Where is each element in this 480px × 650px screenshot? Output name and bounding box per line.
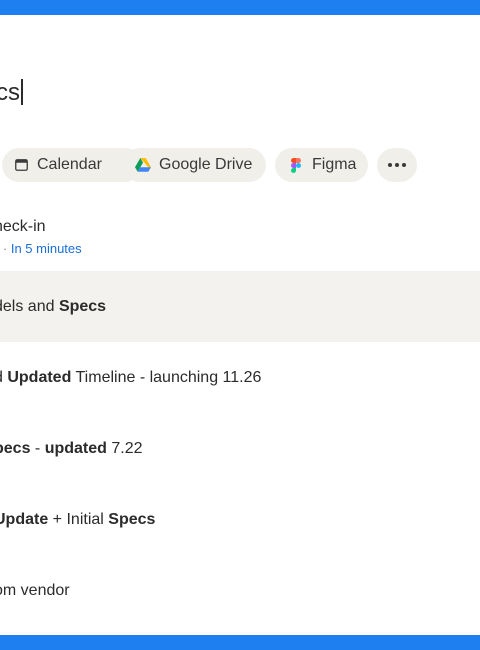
result-title: pecs - updated 7.22 <box>0 440 143 458</box>
google-drive-filter-chip[interactable]: Google Drive <box>123 148 266 182</box>
text-caret <box>21 79 23 105</box>
result-time: In 5 minutes <box>10 241 82 256</box>
calendar-chip-label: Calendar <box>37 156 102 173</box>
result-title-match: Update <box>0 511 49 528</box>
result-title: dels and Specs <box>0 298 106 316</box>
result-title-match: updated <box>44 440 107 457</box>
figma-filter-chip[interactable]: Figma <box>275 148 368 182</box>
result-title: d Updated Timeline - launching 11.26 <box>0 369 261 387</box>
google-drive-chip-label: Google Drive <box>159 156 253 173</box>
meta-separator: · <box>2 241 8 256</box>
result-title-part: dels and <box>0 298 59 315</box>
result-title-part: 7.22 <box>106 440 143 457</box>
search-query: cs <box>0 79 20 106</box>
result-item[interactable]: pecs - updated 7.22 <box>0 413 480 484</box>
more-filters-button[interactable] <box>377 148 417 182</box>
calendar-filter-chip[interactable]: Calendar <box>2 148 142 182</box>
google-drive-icon <box>135 157 151 173</box>
more-icon <box>388 163 406 167</box>
result-item[interactable]: om vendor <box>0 555 480 626</box>
result-item[interactable]: d Updated Timeline - launching 11.26 <box>0 342 480 413</box>
result-title-part: heck-in <box>0 218 46 235</box>
result-title: om vendor <box>0 582 70 600</box>
calendar-icon <box>13 157 29 173</box>
result-title-part: + Initial <box>48 511 109 528</box>
result-meta: n · In 5 minutes <box>0 241 82 256</box>
search-panel: cs Calendar Google Drive Figma eck-in · … <box>0 15 480 635</box>
result-item[interactable]: heck-in n · In 5 minutes <box>0 210 480 270</box>
figma-icon <box>288 157 304 173</box>
result-item-selected[interactable]: dels and Specs <box>0 271 480 342</box>
result-title-part: Timeline - launching 11.26 <box>71 369 262 386</box>
result-title: Update + Initial Specs <box>0 511 155 529</box>
search-input[interactable]: cs <box>0 79 23 107</box>
result-title: heck-in <box>0 218 46 236</box>
result-title-match: Specs <box>58 298 107 315</box>
result-title-match: pecs <box>0 440 31 457</box>
result-title-match: Updated <box>7 369 72 386</box>
result-title-part: om vendor <box>0 582 70 599</box>
result-item[interactable]: Update + Initial Specs <box>0 484 480 555</box>
result-title-match: Specs <box>108 511 156 528</box>
result-title-part: - <box>30 440 45 457</box>
figma-chip-label: Figma <box>312 156 357 173</box>
